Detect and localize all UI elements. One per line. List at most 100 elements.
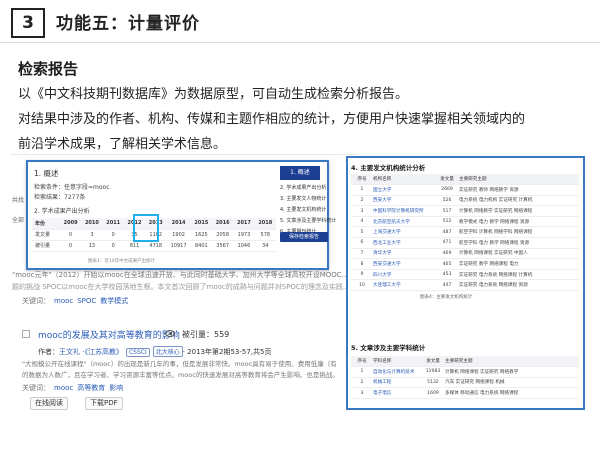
subject-stats-heading: 5. 文章涉及主要学科统计 [351, 344, 426, 352]
table-cell: 3 [351, 205, 373, 217]
name-link-cell[interactable]: 北京航空航天大学 [373, 216, 435, 228]
result-abstract-line: "mooc元年"（2012）开始以mooc在全球迅速开放、与此同时基础大学、加州… [12, 271, 349, 279]
name-link-cell[interactable]: 中国科学院计算机研究所 [373, 205, 435, 217]
org-stats-heading: 4. 主要发文机构统计分析 [351, 164, 426, 172]
table-cell: 517 [435, 205, 459, 217]
table-row: 2 机械工程 5132 汽车 实证研究 网络课程 机械 [351, 377, 579, 389]
issue-info: · 2013年第2期53-57,共5页 [182, 348, 272, 356]
report-nav-item[interactable]: 2. 学术成果产出分析 [280, 184, 336, 191]
table-row: 3 中国科学院计算机研究所 517 计算机 网络教学 实证研究 网络课程 [351, 205, 579, 217]
value-cell: 1625 [190, 229, 213, 241]
table-cell: 实证研究 电力系统 网络课程 计算机 [459, 269, 579, 281]
table-cell: 实证研究 电力系统 网络课程 资源 [459, 279, 579, 292]
name-link-cell[interactable]: 国立大学 [373, 184, 435, 196]
row-label-cell: 发文量 [32, 229, 60, 241]
keyword-link[interactable]: 影响 [109, 384, 123, 392]
table-cell: 465 [435, 258, 459, 270]
table-header-row: 序号 学科名称 发文量 主要研究主题 [351, 356, 579, 368]
slide-title: 功能五：计量评价 [56, 14, 200, 34]
keyword-link[interactable]: 教学模式 [100, 297, 128, 305]
table-cell: 2669 [435, 184, 459, 196]
header-cell: 学科名称 [373, 356, 421, 368]
value-cell: 578 [254, 229, 276, 241]
save-report-button[interactable]: 保存检索报告 [280, 232, 328, 242]
result-title-link[interactable]: mooc的发展及其对高等教育的影响 [38, 328, 180, 341]
section-number: 3 [11, 8, 45, 38]
table-cell: 多媒体 移动通信 电力系统 网络课程 [445, 387, 579, 399]
result-abstract-line: 题的挑战 SPOC以mooc在大学校园落地生根。本文首次回顾了mooc的成熟与问… [12, 283, 350, 291]
year-header-cell: 2009 [60, 218, 82, 230]
left-fragment: 全部 [12, 217, 25, 224]
table-cell: 2 [351, 377, 373, 389]
table-cell: 471 [435, 237, 459, 249]
year-header-cell: 2018 [254, 218, 276, 230]
overview-nav-active[interactable]: 1. 概述 [280, 166, 320, 180]
year-header-cell: 2010 [81, 218, 103, 230]
table-cell: 469 [435, 248, 459, 260]
table-cell: 5 [351, 226, 373, 239]
value-cell: 1046 [233, 240, 255, 252]
left-fragment: 共找 [12, 197, 25, 204]
table-cell: 教学模式 电力 教学 网络课程 资源 [459, 216, 579, 228]
authors-link[interactable]: 王文礼 ·《江苏高教》 [59, 348, 123, 356]
header-cell: 机构名称 [373, 174, 435, 186]
year-header-cell: 年份 [32, 218, 60, 230]
report-nav-item[interactable]: 4. 主要发文机构统计 [280, 206, 336, 213]
keyword-link[interactable]: mooc [54, 384, 73, 392]
value-cell: 34 [254, 240, 276, 252]
org-stats-caption: 图表4：主要发文机构统计 [420, 295, 473, 300]
table-cell: 447 [435, 279, 459, 292]
name-link-cell[interactable]: 大连理工大学 [373, 279, 435, 292]
table-row: 3 电子电信 1609 多媒体 移动通信 电力系统 网络课程 [351, 387, 579, 399]
name-link-cell[interactable]: 清华大学 [373, 248, 435, 260]
keyword-link[interactable]: mooc [54, 297, 73, 305]
keyword-link[interactable]: SPOC [77, 297, 96, 305]
name-link-cell[interactable]: 西安大学 [373, 195, 435, 207]
keywords-label: 关键词： [22, 297, 50, 305]
report-nav-item[interactable]: 3. 主要发文人物统计 [280, 195, 336, 202]
year-header-cell: 2015 [190, 218, 213, 230]
table-cell: 1609 [421, 387, 445, 399]
section2-label: 2. 学术成果产出分析 [34, 208, 90, 215]
table-cell: 10 [351, 279, 373, 292]
index-badge: CSSCI [125, 348, 150, 357]
table-cell: 计算机 网络教学 实证研究 网络课程 [459, 205, 579, 217]
table-cell: 487 [435, 226, 459, 239]
table-row: 8 西安交通大学 465 实证研究 教学 网络课程 电力 [351, 258, 579, 270]
name-link-cell[interactable]: 四川大学 [373, 269, 435, 281]
header-cell: 主要研究主题 [459, 174, 579, 186]
table-cell: 1 [351, 184, 373, 196]
result-checkbox[interactable] [22, 330, 30, 338]
table-cell: 6 [351, 237, 373, 249]
download-pdf-button[interactable]: 下载PDF [85, 397, 123, 410]
year-header-cell: 2017 [233, 218, 255, 230]
header-cell: 主要研究主题 [445, 356, 579, 368]
table-cell: 航空学科 计算机 网络学科 网络课程 [459, 226, 579, 239]
name-link-cell[interactable]: 机械工程 [373, 377, 421, 389]
preview-eye-icon[interactable] [165, 330, 175, 337]
report-nav-list: 2. 学术成果产出分析 3. 主要发文人物统计 4. 主要发文机构统计 5. 文章涉及… [280, 184, 336, 239]
name-link-cell[interactable]: 西北工业大学 [373, 237, 435, 249]
name-link-cell[interactable]: 电子电信 [373, 387, 421, 399]
query-value: 任意字段=mooc [64, 184, 110, 191]
table-cell: 1 [351, 366, 373, 378]
value-cell: 10917 [166, 240, 191, 252]
header-divider [0, 42, 600, 43]
cited-count: 被引量：559 [182, 330, 230, 339]
result-abstract-line: "大规模公开在线课程"（mooc）的出现是新几年的事，但是发展非常快。mooc具… [22, 360, 337, 368]
header-cell: 发文量 [435, 174, 459, 186]
authors-label: 作者： [38, 348, 59, 356]
table-row: 9 四川大学 453 实证研究 电力系统 网络课程 计算机 [351, 269, 579, 281]
year-header-cell: 2011 [102, 218, 124, 230]
query-label: 检索条件： [34, 184, 65, 191]
table-cell: 4 [351, 216, 373, 228]
name-link-cell[interactable]: 上海交通大学 [373, 226, 435, 239]
keyword-link[interactable]: 高等教育 [77, 384, 105, 392]
name-link-cell[interactable]: 西安交通大学 [373, 258, 435, 270]
read-online-button[interactable]: 在线阅读 [30, 397, 68, 410]
name-link-cell[interactable]: 自动化与计算机技术 [373, 366, 421, 378]
description-line-2: 对结果中涉及的作者、机构、传媒和主题作相应的统计，方便用户快速掌握相关领域内的 [18, 112, 526, 127]
subject-stats-table: 序号 学科名称 发文量 主要研究主题 1 自动化与计算机技术 11983 计算机 网络课程 实… [351, 356, 579, 399]
report-nav-item[interactable]: 5. 文章涉及主要学科统计 [280, 217, 336, 224]
table-row: 7 清华大学 469 计算机 网络课程 实证研究 中国人 [351, 248, 579, 260]
